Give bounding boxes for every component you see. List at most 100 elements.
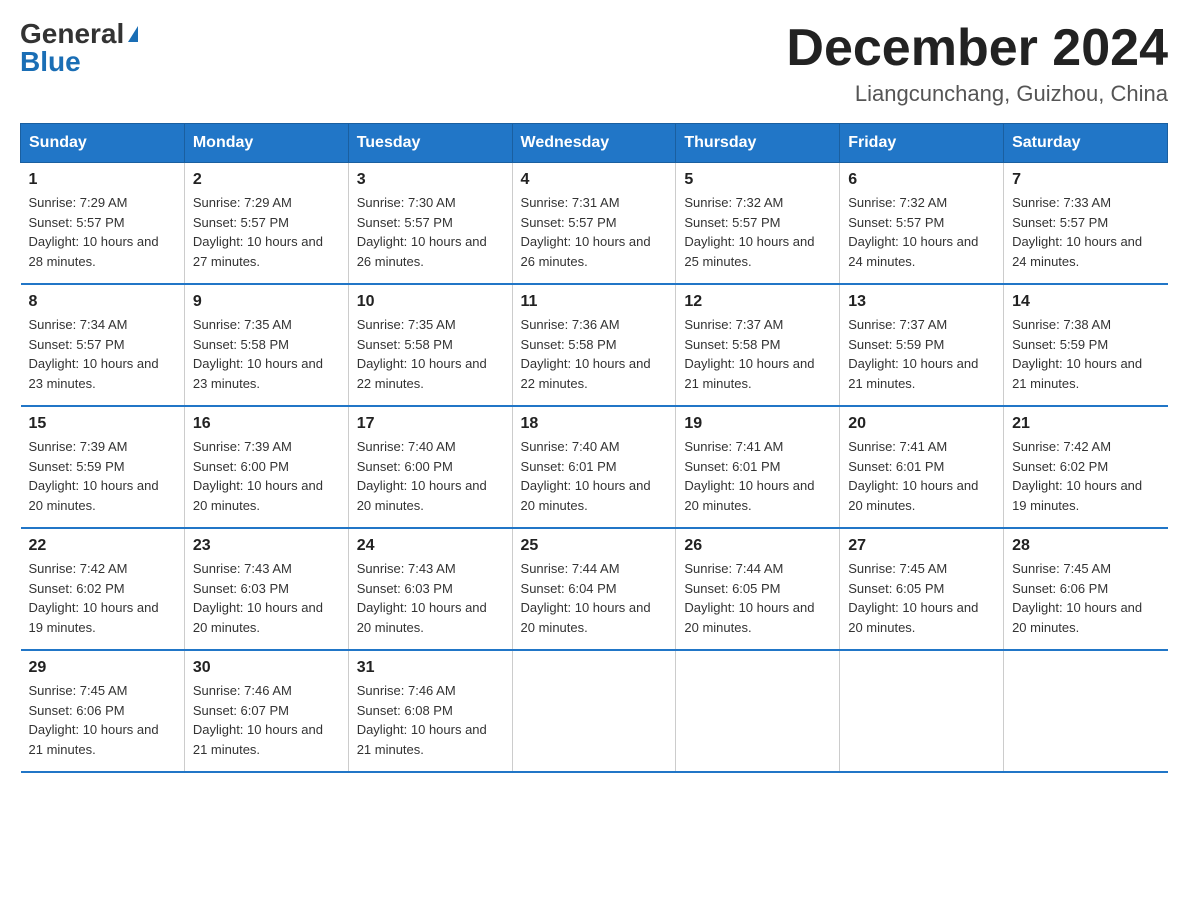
day-number: 25: [521, 537, 668, 555]
day-info: Sunrise: 7:40 AMSunset: 6:00 PMDaylight:…: [357, 437, 504, 515]
day-info: Sunrise: 7:39 AMSunset: 6:00 PMDaylight:…: [193, 437, 340, 515]
header: General Blue December 2024 Liangcunchang…: [20, 20, 1168, 107]
day-cell: 21 Sunrise: 7:42 AMSunset: 6:02 PMDayligh…: [1004, 406, 1168, 528]
day-number: 8: [29, 293, 176, 311]
day-number: 19: [684, 415, 831, 433]
day-info: Sunrise: 7:46 AMSunset: 6:08 PMDaylight:…: [357, 681, 504, 759]
day-cell: 30Sunrise: 7:46 AMSunset: 6:07 PMDayligh…: [184, 650, 348, 772]
day-cell: [676, 650, 840, 772]
day-cell: 14Sunrise: 7:38 AMSunset: 5:59 PMDayligh…: [1004, 284, 1168, 406]
day-info: Sunrise: 7:40 AMSunset: 6:01 PMDaylight:…: [521, 437, 668, 515]
day-cell: 12Sunrise: 7:37 AMSunset: 5:58 PMDayligh…: [676, 284, 840, 406]
day-cell: 28Sunrise: 7:45 AMSunset: 6:06 PMDayligh…: [1004, 528, 1168, 650]
day-info: Sunrise: 7:39 AMSunset: 5:59 PMDaylight:…: [29, 437, 176, 515]
day-info: Sunrise: 7:29 AMSunset: 5:57 PMDaylight:…: [193, 193, 340, 271]
day-number: 7: [1012, 171, 1159, 189]
calendar-title: December 2024: [786, 20, 1168, 77]
day-number: 29: [29, 659, 176, 677]
day-info: Sunrise: 7:37 AMSunset: 5:59 PMDaylight:…: [848, 315, 995, 393]
weekday-header-sunday: Sunday: [21, 124, 185, 163]
day-cell: 18 Sunrise: 7:40 AMSunset: 6:01 PMDayligh…: [512, 406, 676, 528]
weekday-header-wednesday: Wednesday: [512, 124, 676, 163]
day-number: 31: [357, 659, 504, 677]
day-info: Sunrise: 7:44 AMSunset: 6:04 PMDaylight:…: [521, 559, 668, 637]
day-number: 18: [521, 415, 668, 433]
day-info: Sunrise: 7:41 AMSunset: 6:01 PMDaylight:…: [848, 437, 995, 515]
calendar-table: SundayMondayTuesdayWednesdayThursdayFrid…: [20, 123, 1168, 773]
day-info: Sunrise: 7:43 AMSunset: 6:03 PMDaylight:…: [357, 559, 504, 637]
day-number: 1: [29, 171, 176, 189]
day-info: Sunrise: 7:36 AMSunset: 5:58 PMDaylight:…: [521, 315, 668, 393]
day-number: 10: [357, 293, 504, 311]
day-number: 13: [848, 293, 995, 311]
week-row-5: 29 Sunrise: 7:45 AMSunset: 6:06 PMDayligh…: [21, 650, 1168, 772]
day-info: Sunrise: 7:44 AMSunset: 6:05 PMDaylight:…: [684, 559, 831, 637]
day-number: 11: [521, 293, 668, 311]
day-number: 15: [29, 415, 176, 433]
day-cell: 16 Sunrise: 7:39 AMSunset: 6:00 PMDayligh…: [184, 406, 348, 528]
day-number: 16: [193, 415, 340, 433]
day-cell: 24 Sunrise: 7:43 AMSunset: 6:03 PMDayligh…: [348, 528, 512, 650]
day-number: 24: [357, 537, 504, 555]
weekday-header-monday: Monday: [184, 124, 348, 163]
week-row-4: 22Sunrise: 7:42 AMSunset: 6:02 PMDayligh…: [21, 528, 1168, 650]
day-info: Sunrise: 7:45 AMSunset: 6:05 PMDaylight:…: [848, 559, 995, 637]
weekday-header-row: SundayMondayTuesdayWednesdayThursdayFrid…: [21, 124, 1168, 163]
logo-blue-text: Blue: [20, 48, 81, 76]
weekday-header-saturday: Saturday: [1004, 124, 1168, 163]
day-number: 17: [357, 415, 504, 433]
day-cell: 22Sunrise: 7:42 AMSunset: 6:02 PMDayligh…: [21, 528, 185, 650]
day-cell: 6 Sunrise: 7:32 AMSunset: 5:57 PMDaylight…: [840, 163, 1004, 285]
day-info: Sunrise: 7:42 AMSunset: 6:02 PMDaylight:…: [29, 559, 176, 637]
day-number: 2: [193, 171, 340, 189]
day-info: Sunrise: 7:42 AMSunset: 6:02 PMDaylight:…: [1012, 437, 1159, 515]
title-area: December 2024 Liangcunchang, Guizhou, Ch…: [786, 20, 1168, 107]
day-info: Sunrise: 7:31 AMSunset: 5:57 PMDaylight:…: [521, 193, 668, 271]
day-cell: 15 Sunrise: 7:39 AMSunset: 5:59 PMDayligh…: [21, 406, 185, 528]
day-cell: 2 Sunrise: 7:29 AMSunset: 5:57 PMDaylight…: [184, 163, 348, 285]
day-number: 21: [1012, 415, 1159, 433]
day-cell: 1Sunrise: 7:29 AMSunset: 5:57 PMDaylight…: [21, 163, 185, 285]
day-number: 5: [684, 171, 831, 189]
calendar-subtitle: Liangcunchang, Guizhou, China: [786, 81, 1168, 107]
weekday-header-thursday: Thursday: [676, 124, 840, 163]
day-cell: 9Sunrise: 7:35 AMSunset: 5:58 PMDaylight…: [184, 284, 348, 406]
day-cell: 10 Sunrise: 7:35 AMSunset: 5:58 PMDayligh…: [348, 284, 512, 406]
day-cell: 17 Sunrise: 7:40 AMSunset: 6:00 PMDayligh…: [348, 406, 512, 528]
day-cell: 5Sunrise: 7:32 AMSunset: 5:57 PMDaylight…: [676, 163, 840, 285]
day-info: Sunrise: 7:34 AMSunset: 5:57 PMDaylight:…: [29, 315, 176, 393]
weekday-header-tuesday: Tuesday: [348, 124, 512, 163]
week-row-1: 1 Sunrise: 7:29 AMSunset: 5:57 PMDaylight…: [21, 163, 1168, 285]
day-cell: 8 Sunrise: 7:34 AMSunset: 5:57 PMDaylight…: [21, 284, 185, 406]
day-cell: 31 Sunrise: 7:46 AMSunset: 6:08 PMDayligh…: [348, 650, 512, 772]
day-info: Sunrise: 7:43 AMSunset: 6:03 PMDaylight:…: [193, 559, 340, 637]
day-cell: 23 Sunrise: 7:43 AMSunset: 6:03 PMDayligh…: [184, 528, 348, 650]
day-cell: 26 Sunrise: 7:44 AMSunset: 6:05 PMDayligh…: [676, 528, 840, 650]
day-info: Sunrise: 7:38 AMSunset: 5:59 PMDaylight:…: [1012, 315, 1159, 393]
day-info: Sunrise: 7:32 AMSunset: 5:57 PMDaylight:…: [848, 193, 995, 271]
day-number: 3: [357, 171, 504, 189]
day-info: Sunrise: 7:45 AMSunset: 6:06 PMDaylight:…: [29, 681, 176, 759]
day-cell: [840, 650, 1004, 772]
day-number: 23: [193, 537, 340, 555]
day-cell: 29 Sunrise: 7:45 AMSunset: 6:06 PMDayligh…: [21, 650, 185, 772]
day-info: Sunrise: 7:41 AMSunset: 6:01 PMDaylight:…: [684, 437, 831, 515]
weekday-header-friday: Friday: [840, 124, 1004, 163]
day-cell: 19 Sunrise: 7:41 AMSunset: 6:01 PMDayligh…: [676, 406, 840, 528]
day-info: Sunrise: 7:33 AMSunset: 5:57 PMDaylight:…: [1012, 193, 1159, 271]
day-info: Sunrise: 7:46 AMSunset: 6:07 PMDaylight:…: [193, 681, 340, 759]
day-cell: 25 Sunrise: 7:44 AMSunset: 6:04 PMDayligh…: [512, 528, 676, 650]
day-cell: 11 Sunrise: 7:36 AMSunset: 5:58 PMDayligh…: [512, 284, 676, 406]
day-cell: 3Sunrise: 7:30 AMSunset: 5:57 PMDaylight…: [348, 163, 512, 285]
week-row-3: 15 Sunrise: 7:39 AMSunset: 5:59 PMDayligh…: [21, 406, 1168, 528]
week-row-2: 8 Sunrise: 7:34 AMSunset: 5:57 PMDaylight…: [21, 284, 1168, 406]
day-info: Sunrise: 7:35 AMSunset: 5:58 PMDaylight:…: [357, 315, 504, 393]
day-number: 27: [848, 537, 995, 555]
day-cell: 20Sunrise: 7:41 AMSunset: 6:01 PMDayligh…: [840, 406, 1004, 528]
day-number: 4: [521, 171, 668, 189]
day-number: 28: [1012, 537, 1159, 555]
day-cell: 7 Sunrise: 7:33 AMSunset: 5:57 PMDaylight…: [1004, 163, 1168, 285]
day-number: 26: [684, 537, 831, 555]
day-number: 6: [848, 171, 995, 189]
day-cell: [512, 650, 676, 772]
